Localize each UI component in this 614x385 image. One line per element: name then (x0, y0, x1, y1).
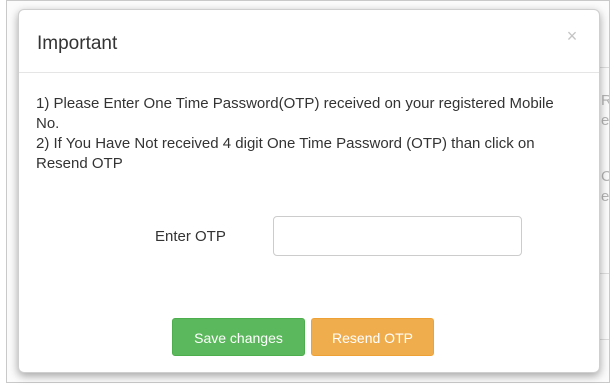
close-icon[interactable]: × (565, 27, 579, 45)
background-divider (599, 67, 609, 68)
resend-otp-button[interactable]: Resend OTP (311, 318, 434, 356)
save-changes-button[interactable]: Save changes (172, 318, 305, 356)
background-divider (599, 273, 609, 274)
modal-header: Important × (19, 10, 599, 73)
instruction-line-1: 1) Please Enter One Time Password(OTP) r… (36, 95, 554, 132)
otp-modal-dialog: Important × 1) Please Enter One Time Pas… (18, 9, 600, 373)
instruction-line-2: 2) If You Have Not received 4 digit One … (36, 135, 535, 172)
background-partial-text: C (601, 169, 609, 185)
background-divider (599, 339, 609, 340)
background-partial-text: e (601, 189, 609, 205)
background-partial-text: R (601, 93, 609, 109)
modal-body: 1) Please Enter One Time Password(OTP) r… (36, 94, 576, 174)
otp-label: Enter OTP (155, 228, 226, 245)
otp-form-row: Enter OTP (19, 216, 599, 256)
modal-title: Important (37, 33, 118, 54)
otp-input[interactable] (273, 216, 522, 256)
background-partial-text: e (601, 113, 609, 129)
